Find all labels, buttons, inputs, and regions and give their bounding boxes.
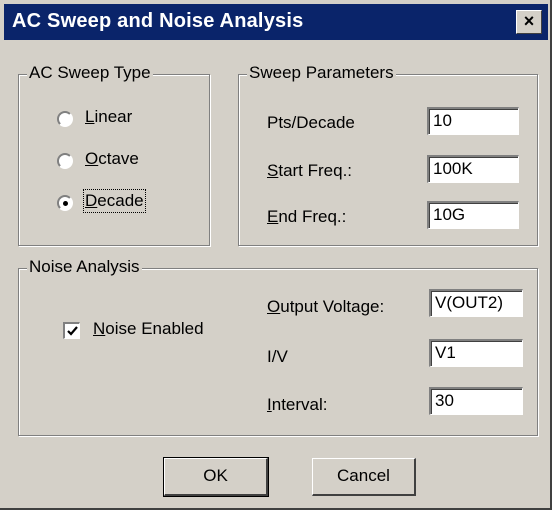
start-freq-input[interactable]: 100K bbox=[427, 155, 519, 183]
radio-linear[interactable] bbox=[57, 111, 73, 127]
window-title: AC Sweep and Noise Analysis bbox=[12, 10, 304, 32]
close-button[interactable]: × bbox=[516, 10, 542, 34]
title-bar[interactable]: AC Sweep and Noise Analysis × bbox=[4, 4, 548, 40]
check-icon bbox=[67, 326, 78, 336]
noise-analysis-group: Noise Analysis Noise Enabled Output Volt… bbox=[18, 257, 538, 436]
octave-label[interactable]: Octave bbox=[85, 149, 139, 169]
noise-enabled-checkbox[interactable] bbox=[63, 322, 80, 339]
end-freq-input[interactable]: 10G bbox=[427, 201, 519, 229]
noise-enabled-label[interactable]: Noise Enabled bbox=[93, 319, 204, 339]
radio-decade[interactable] bbox=[57, 195, 73, 211]
end-freq-label: End Freq.: bbox=[267, 207, 347, 226]
sweep-parameters-legend: Sweep Parameters bbox=[247, 63, 396, 83]
output-voltage-input[interactable]: V(OUT2) bbox=[429, 289, 523, 317]
interval-label: Interval: bbox=[267, 395, 328, 414]
sweep-parameters-group: Sweep Parameters Pts/Decade 10 Start Fre… bbox=[238, 63, 538, 246]
radio-selected-dot bbox=[63, 201, 68, 206]
ac-sweep-type-group: AC Sweep Type Linear Octave Decade bbox=[18, 63, 210, 246]
iv-input[interactable]: V1 bbox=[429, 339, 523, 367]
interval-input[interactable]: 30 bbox=[429, 387, 523, 415]
noise-analysis-legend: Noise Analysis bbox=[27, 257, 142, 277]
ac-sweep-dialog: AC Sweep and Noise Analysis × AC Sweep T… bbox=[0, 0, 552, 510]
cancel-button[interactable]: Cancel bbox=[312, 458, 416, 496]
output-voltage-label: Output Voltage: bbox=[267, 297, 385, 316]
iv-label: I/V bbox=[267, 347, 288, 366]
radio-octave[interactable] bbox=[57, 153, 73, 169]
ok-button[interactable]: OK bbox=[163, 457, 269, 497]
pts-decade-label: Pts/Decade bbox=[267, 113, 355, 132]
pts-decade-input[interactable]: 10 bbox=[427, 107, 519, 135]
ac-sweep-type-legend: AC Sweep Type bbox=[27, 63, 153, 83]
decade-label[interactable]: Decade bbox=[83, 189, 146, 213]
linear-label[interactable]: Linear bbox=[85, 107, 132, 127]
start-freq-label: Start Freq.: bbox=[267, 161, 353, 180]
